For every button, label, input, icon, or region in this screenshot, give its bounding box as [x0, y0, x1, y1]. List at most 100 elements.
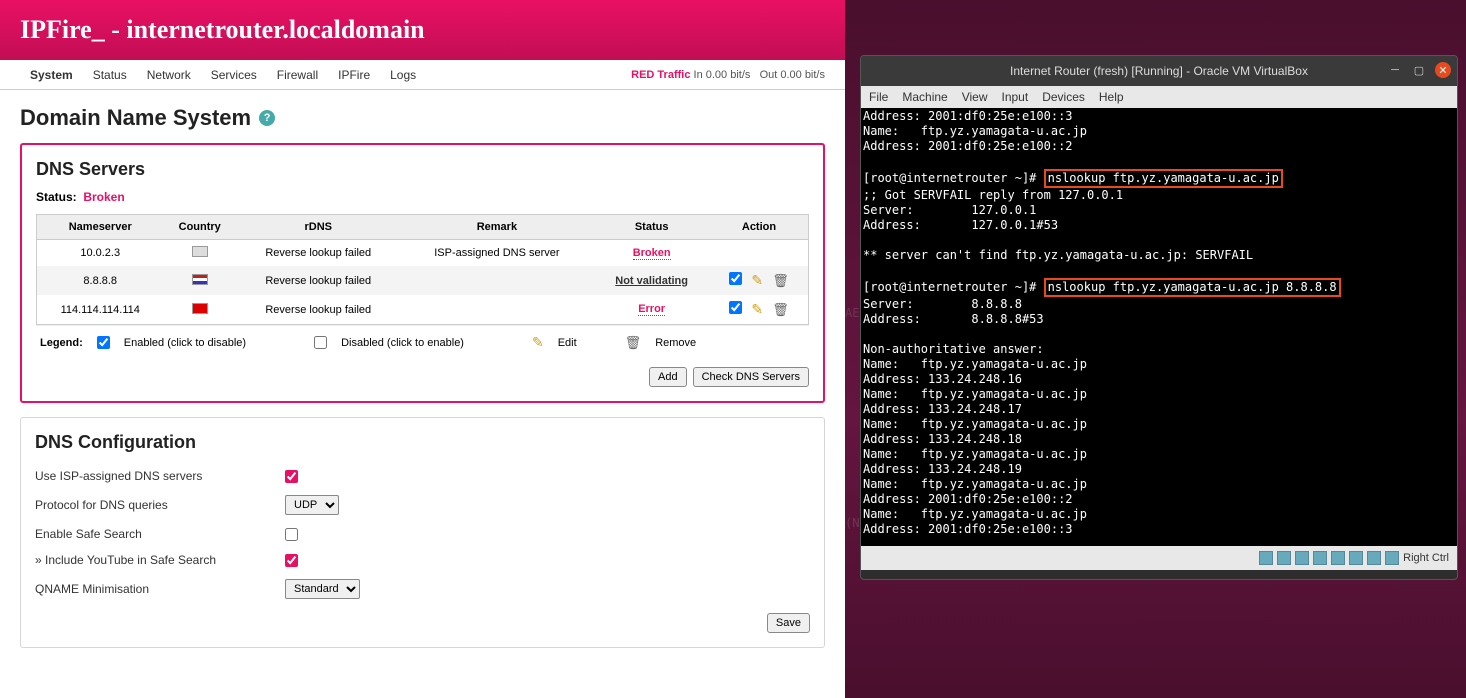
legend: Legend: Enabled (click to disable) Disab…	[36, 325, 809, 359]
edit-icon[interactable]: ✎	[751, 301, 763, 317]
hero-title: IPFire_ - internetrouter.localdomain	[20, 15, 425, 45]
status-cell: Broken	[593, 240, 710, 267]
col-action: Action	[710, 215, 809, 240]
nameserver-cell: 8.8.8.8	[37, 266, 164, 295]
tab-network[interactable]: Network	[137, 68, 201, 82]
dns-servers-heading: DNS Servers	[36, 159, 809, 180]
hero-banner: IPFire_ - internetrouter.localdomain	[0, 0, 845, 60]
ipfire-webui: IPFire_ - internetrouter.localdomain Sys…	[0, 0, 845, 698]
config-select[interactable]: UDP	[285, 495, 339, 515]
vbox-titlebar[interactable]: Internet Router (fresh) [Running] - Orac…	[861, 56, 1457, 86]
vbox-menubar: File Machine View Input Devices Help	[861, 86, 1457, 108]
edit-icon[interactable]: ✎	[751, 272, 763, 288]
save-button[interactable]: Save	[767, 613, 810, 633]
tab-status[interactable]: Status	[83, 68, 137, 82]
dns-servers-panel: DNS Servers Status: Broken NameserverCou…	[20, 143, 825, 403]
highlighted-command-2: nslookup ftp.yz.yamagata-u.ac.jp 8.8.8.8	[1044, 278, 1341, 297]
highlighted-command-1: nslookup ftp.yz.yamagata-u.ac.jp	[1044, 169, 1283, 188]
menu-file[interactable]: File	[869, 90, 888, 104]
config-checkbox[interactable]	[285, 528, 298, 541]
rdns-cell: Reverse lookup failed	[236, 266, 401, 295]
add-button[interactable]: Add	[649, 367, 687, 387]
help-icon[interactable]: ?	[259, 110, 275, 126]
config-checkbox[interactable]	[285, 470, 298, 483]
legend-enabled-checkbox	[97, 336, 110, 349]
status-icon[interactable]	[1367, 551, 1381, 565]
check-dns-button[interactable]: Check DNS Servers	[693, 367, 809, 387]
page-title: Domain Name System ?	[20, 105, 825, 131]
menu-input[interactable]: Input	[1002, 90, 1029, 104]
config-label: Use ISP-assigned DNS servers	[35, 469, 285, 483]
remark-cell	[401, 295, 594, 325]
dns-row: 114.114.114.114 Reverse lookup failed Erro…	[37, 295, 809, 325]
menu-machine[interactable]: Machine	[902, 90, 947, 104]
close-button[interactable]: ✕	[1435, 62, 1451, 78]
config-label: Enable Safe Search	[35, 527, 285, 541]
status-icon[interactable]	[1385, 551, 1399, 565]
tab-services[interactable]: Services	[201, 68, 267, 82]
pencil-icon: ✎	[532, 334, 544, 351]
action-cell	[710, 240, 809, 267]
dns-config-panel: DNS Configuration Use ISP-assigned DNS s…	[20, 417, 825, 648]
country-cell	[163, 266, 236, 295]
tab-system[interactable]: System	[20, 68, 83, 82]
tab-ipfire[interactable]: IPFire	[328, 68, 380, 82]
col-country: Country	[163, 215, 236, 240]
nameserver-cell: 10.0.2.3	[37, 240, 164, 267]
tab-logs[interactable]: Logs	[380, 68, 426, 82]
trash-icon: 🗑	[625, 335, 642, 351]
dns-config-heading: DNS Configuration	[35, 432, 810, 453]
status-icon[interactable]	[1313, 551, 1327, 565]
config-row: Enable Safe Search	[35, 521, 810, 547]
country-cell	[163, 295, 236, 325]
status-icon[interactable]	[1295, 551, 1309, 565]
remark-cell	[401, 266, 594, 295]
traffic-indicator: RED Traffic In 0.00 bit/s Out 0.00 bit/s	[631, 69, 825, 81]
status-cell: Error	[593, 295, 710, 325]
vbox-title-text: Internet Router (fresh) [Running] - Orac…	[1010, 64, 1308, 78]
status-icon[interactable]	[1349, 551, 1363, 565]
config-row: QNAME MinimisationStandard	[35, 573, 810, 605]
menu-view[interactable]: View	[962, 90, 988, 104]
enable-checkbox[interactable]	[729, 272, 742, 285]
config-label: Protocol for DNS queries	[35, 498, 285, 512]
config-select[interactable]: Standard	[285, 579, 360, 599]
remark-cell: ISP-assigned DNS server	[401, 240, 594, 267]
vbox-statusbar: Right Ctrl	[861, 546, 1457, 570]
delete-icon[interactable]: 🗑	[772, 302, 789, 317]
action-cell: ✎ 🗑	[710, 295, 809, 325]
dns-row: 10.0.2.3 Reverse lookup failedISP-assigne…	[37, 240, 809, 267]
menu-help[interactable]: Help	[1099, 90, 1124, 104]
nav-tabs: SystemStatusNetworkServicesFirewallIPFir…	[0, 60, 845, 90]
rdns-cell: Reverse lookup failed	[236, 240, 401, 267]
col-status: Status	[593, 215, 710, 240]
rdns-cell: Reverse lookup failed	[236, 295, 401, 325]
config-label: QNAME Minimisation	[35, 582, 285, 596]
country-cell	[163, 240, 236, 267]
config-checkbox[interactable]	[285, 554, 298, 567]
flag-icon	[192, 246, 208, 257]
host-key-label: Right Ctrl	[1403, 552, 1449, 564]
status-icon[interactable]	[1331, 551, 1345, 565]
enable-checkbox[interactable]	[729, 301, 742, 314]
status-icon[interactable]	[1259, 551, 1273, 565]
status-row: Status: Broken	[36, 190, 809, 204]
col-remark: Remark	[401, 215, 594, 240]
terminal[interactable]: Address: 2001:df0:25e:e100::3 Name: ftp.…	[861, 108, 1457, 546]
config-row: Use ISP-assigned DNS servers	[35, 463, 810, 489]
tab-firewall[interactable]: Firewall	[267, 68, 328, 82]
col-rdns: rDNS	[236, 215, 401, 240]
action-cell: ✎ 🗑	[710, 266, 809, 295]
virtualbox-window: Internet Router (fresh) [Running] - Orac…	[860, 55, 1458, 580]
config-row: Protocol for DNS queriesUDP	[35, 489, 810, 521]
config-row: » Include YouTube in Safe Search	[35, 547, 810, 573]
flag-icon	[192, 303, 208, 314]
dns-row: 8.8.8.8Reverse lookup failedNot validati…	[37, 266, 809, 295]
delete-icon[interactable]: 🗑	[772, 273, 789, 288]
nameserver-cell: 114.114.114.114	[37, 295, 164, 325]
status-icon[interactable]	[1277, 551, 1291, 565]
dns-table: NameserverCountryrDNSRemarkStatusAction …	[36, 214, 809, 325]
maximize-button[interactable]: ▢	[1411, 62, 1427, 78]
menu-devices[interactable]: Devices	[1042, 90, 1085, 104]
minimize-button[interactable]: ─	[1387, 62, 1403, 78]
